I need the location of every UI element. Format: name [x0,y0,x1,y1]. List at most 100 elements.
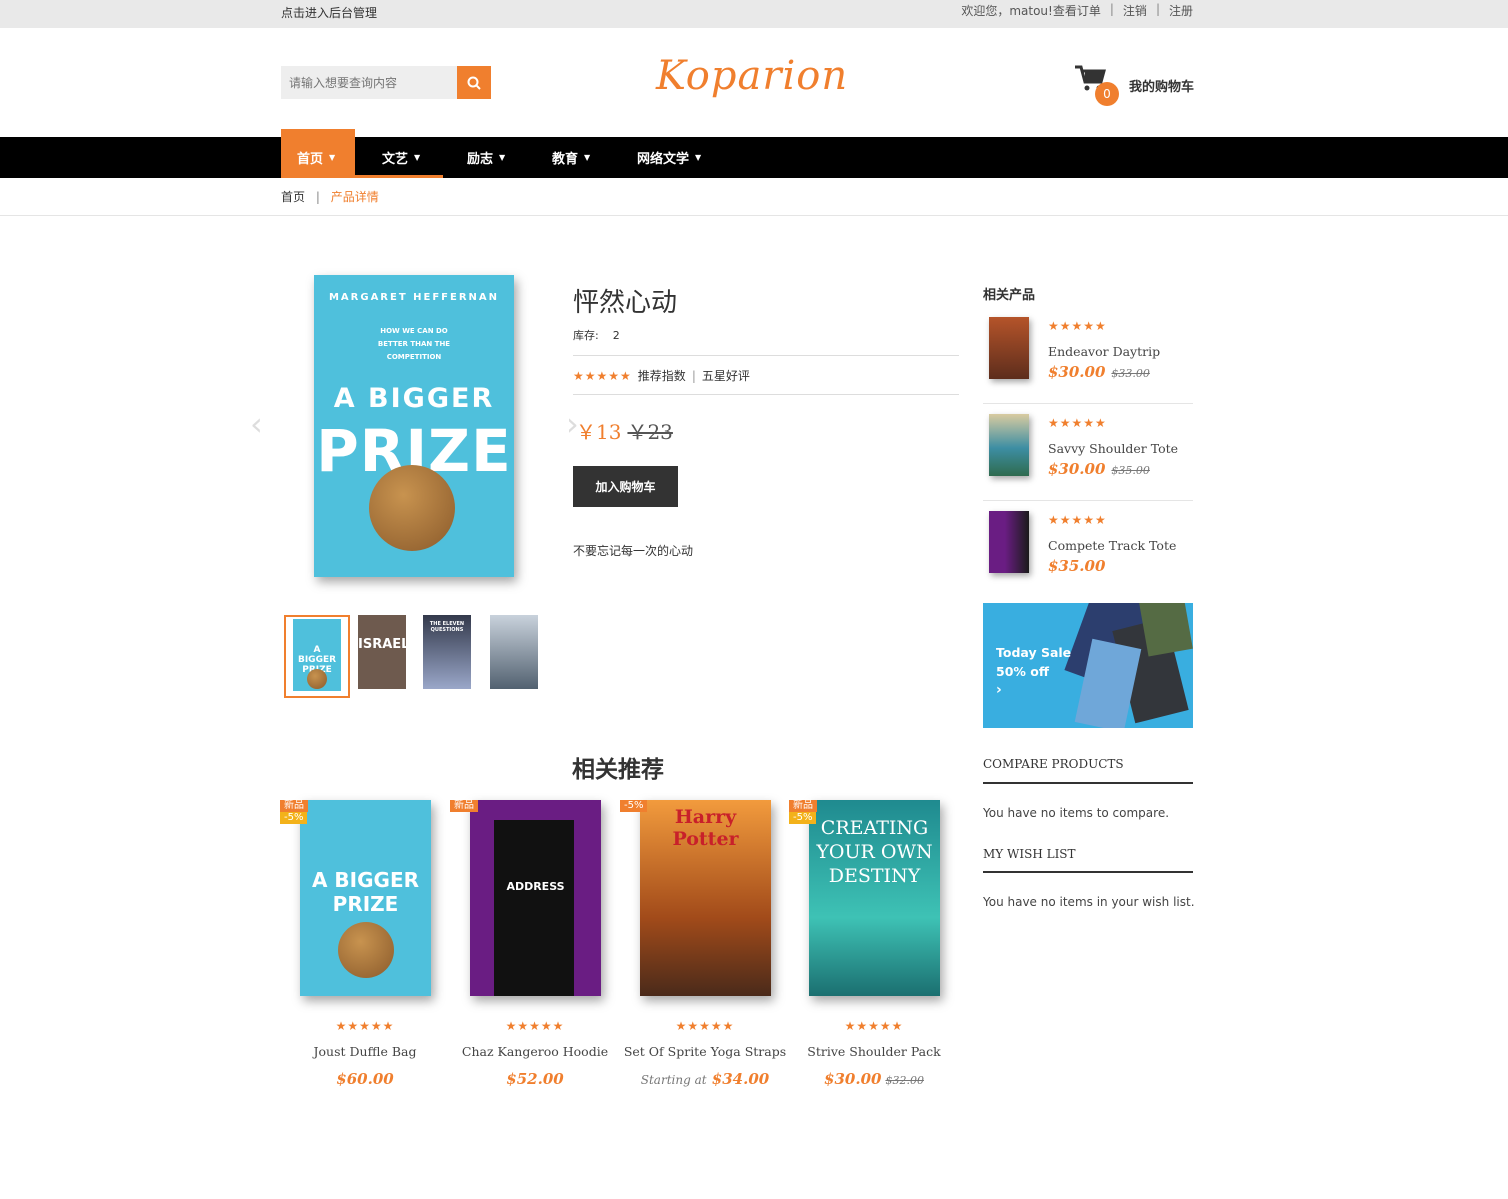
related-item-price: $30.00 $35.00 [1048,460,1150,478]
star-rating: ★★★★★ [1048,319,1107,333]
star-rating: ★★★★★ [505,1019,565,1033]
nav-item-education[interactable]: 教育 ▼ [552,137,590,178]
product-card-price: $60.00 [280,1070,450,1088]
main-nav: 首页 ▼ 文艺 ▼ 励志 ▼ 教育 ▼ 网络文学 ▼ [0,129,1508,178]
discount-badge: -5% [620,800,648,812]
product-card-image[interactable]: A BIGGER PRIZE [300,800,431,996]
prev-arrow-icon[interactable]: ‹ [250,405,263,443]
cover-title: A BIGGER [333,383,495,414]
thumbnail-1[interactable]: A BIGGER PRIZE [293,619,341,691]
wishlist-text: You have no items in your wish list. [983,895,1195,909]
cookie-image [338,922,394,978]
price-prefix: Starting at [640,1073,707,1087]
logout-link[interactable]: 注销 [1123,2,1147,19]
price: ￥13 ￥23 [576,416,673,445]
add-to-cart-button[interactable]: 加入购物车 [573,466,678,507]
star-rating: ★★★★★ [1048,416,1107,430]
product-card-price: $30.00 $32.00 [789,1070,959,1088]
product-card-name[interactable]: Chaz Kangeroo Hoodie [450,1044,620,1059]
divider [573,355,959,356]
related-item-name[interactable]: Savvy Shoulder Tote [1048,441,1178,456]
old-price: $32.00 [885,1074,924,1087]
price-value: $30.00 [824,1070,882,1088]
banner-line: Today Sale [996,645,1072,660]
divider: | [691,368,696,383]
admin-link[interactable]: 点击进入后台管理 [281,4,377,21]
nav-underline [355,175,443,178]
product-card-image[interactable]: Harry Potter [640,800,771,996]
star-rating: ★★★★★ [335,1019,395,1033]
logo[interactable]: Koparion [656,53,848,99]
related-item[interactable]: ★★★★★ Compete Track Tote $35.00 [983,511,1193,608]
compare-text: You have no items to compare. [983,806,1170,820]
product-card-name[interactable]: Joust Duffle Bag [280,1044,450,1059]
register-link[interactable]: 注册 [1169,2,1193,19]
related-item[interactable]: ★★★★★ Savvy Shoulder Tote $30.00 $35.00 [983,414,1193,511]
product-card-price: Starting at $34.00 [620,1070,790,1088]
related-products-title: 相关产品 [983,288,1036,303]
cover-title: Harry Potter [672,806,739,850]
thumbnail-2[interactable]: ISRAEL [358,615,406,689]
breadcrumb: 首页 | 产品详情 [281,188,379,205]
nav-label: 网络文学 [637,152,690,167]
breadcrumb-home[interactable]: 首页 [281,190,305,204]
search-form [281,66,491,99]
discount-badge: -5% [280,812,308,824]
product-card-image[interactable]: ADDRESS [470,800,601,996]
divider: | [1155,2,1160,16]
product-card[interactable]: A BIGGER PRIZE 新品 -5% ★★★★★ Joust Duffle… [280,800,431,1100]
product-card-name[interactable]: Strive Shoulder Pack [789,1044,959,1059]
nav-item-home[interactable]: 首页 ▼ [281,129,355,178]
cover-author: MARGARET HEFFERNAN [328,292,500,303]
product-card-image[interactable]: CREATING YOUR OWN DESTINY [809,800,940,996]
product-card[interactable]: ADDRESS 新品 ★★★★★ Chaz Kangeroo Hoodie $5… [450,800,608,1100]
related-item-image[interactable] [989,511,1029,573]
product-card[interactable]: CREATING YOUR OWN DESTINY 新品 -5% ★★★★★ S… [789,800,941,1100]
search-button[interactable] [457,66,491,99]
breadcrumb-current: 产品详情 [330,190,379,204]
discount-badge: -5% [789,812,817,824]
search-icon [467,76,481,90]
cover-title: CREATING YOUR OWN DESTINY [816,817,933,887]
product-info: 怦然心动 库存: 2 [573,282,959,343]
nav-item-literature[interactable]: 文艺 ▼ [382,137,420,178]
related-item-name[interactable]: Compete Track Tote [1048,538,1176,553]
related-item[interactable]: ★★★★★ Endeavor Daytrip $30.00 $33.00 [983,317,1193,414]
related-item-name[interactable]: Endeavor Daytrip [1048,344,1160,359]
old-price: $35.00 [1111,464,1150,477]
product-card-name[interactable]: Set Of Sprite Yoga Straps [620,1044,790,1059]
chevron-down-icon: ▼ [584,153,591,162]
nav-item-inspiration[interactable]: 励志 ▼ [467,137,505,178]
orders-link[interactable]: 查看订单 [1053,2,1101,19]
price-value: $30.00 [1048,460,1106,478]
cart-label: 我的购物车 [1129,80,1195,95]
cover-silhouette [494,820,574,996]
welcome-text: 欢迎您，matou! [961,4,1053,18]
product-card-price: $52.00 [450,1070,620,1088]
product-description: 不要忘记每一次的心动 [573,544,694,558]
nav-label: 首页 [297,152,324,167]
related-item-price: $30.00 $33.00 [1048,363,1150,381]
stock-value: 2 [612,329,620,342]
sale-banner[interactable]: Today Sale 50% off › [983,603,1193,728]
product-card[interactable]: Harry Potter -5% ★★★★★ Set Of Sprite Yog… [620,800,786,1100]
cart[interactable]: 0 我的购物车 [1074,64,1194,108]
thumbnail-4[interactable] [490,615,538,689]
thumb-title: THE ELEVEN QUESTIONS [429,621,465,633]
related-item-image[interactable] [989,317,1029,379]
divider [983,500,1193,501]
price-value: $30.00 [1048,363,1106,381]
thumb-title: ISRAEL [358,637,406,652]
nav-label: 文艺 [382,152,409,167]
divider [983,403,1193,404]
search-input[interactable] [281,66,457,99]
banner-line: 50% off [996,664,1049,679]
divider [983,871,1193,873]
thumbnail-3[interactable]: THE ELEVEN QUESTIONS [423,615,471,689]
divider [573,394,959,395]
nav-item-web-literature[interactable]: 网络文学 ▼ [637,137,701,178]
product-title: 怦然心动 [573,288,678,318]
related-item-image[interactable] [989,414,1029,476]
price-value: $60.00 [336,1070,394,1088]
divider [0,215,1508,216]
